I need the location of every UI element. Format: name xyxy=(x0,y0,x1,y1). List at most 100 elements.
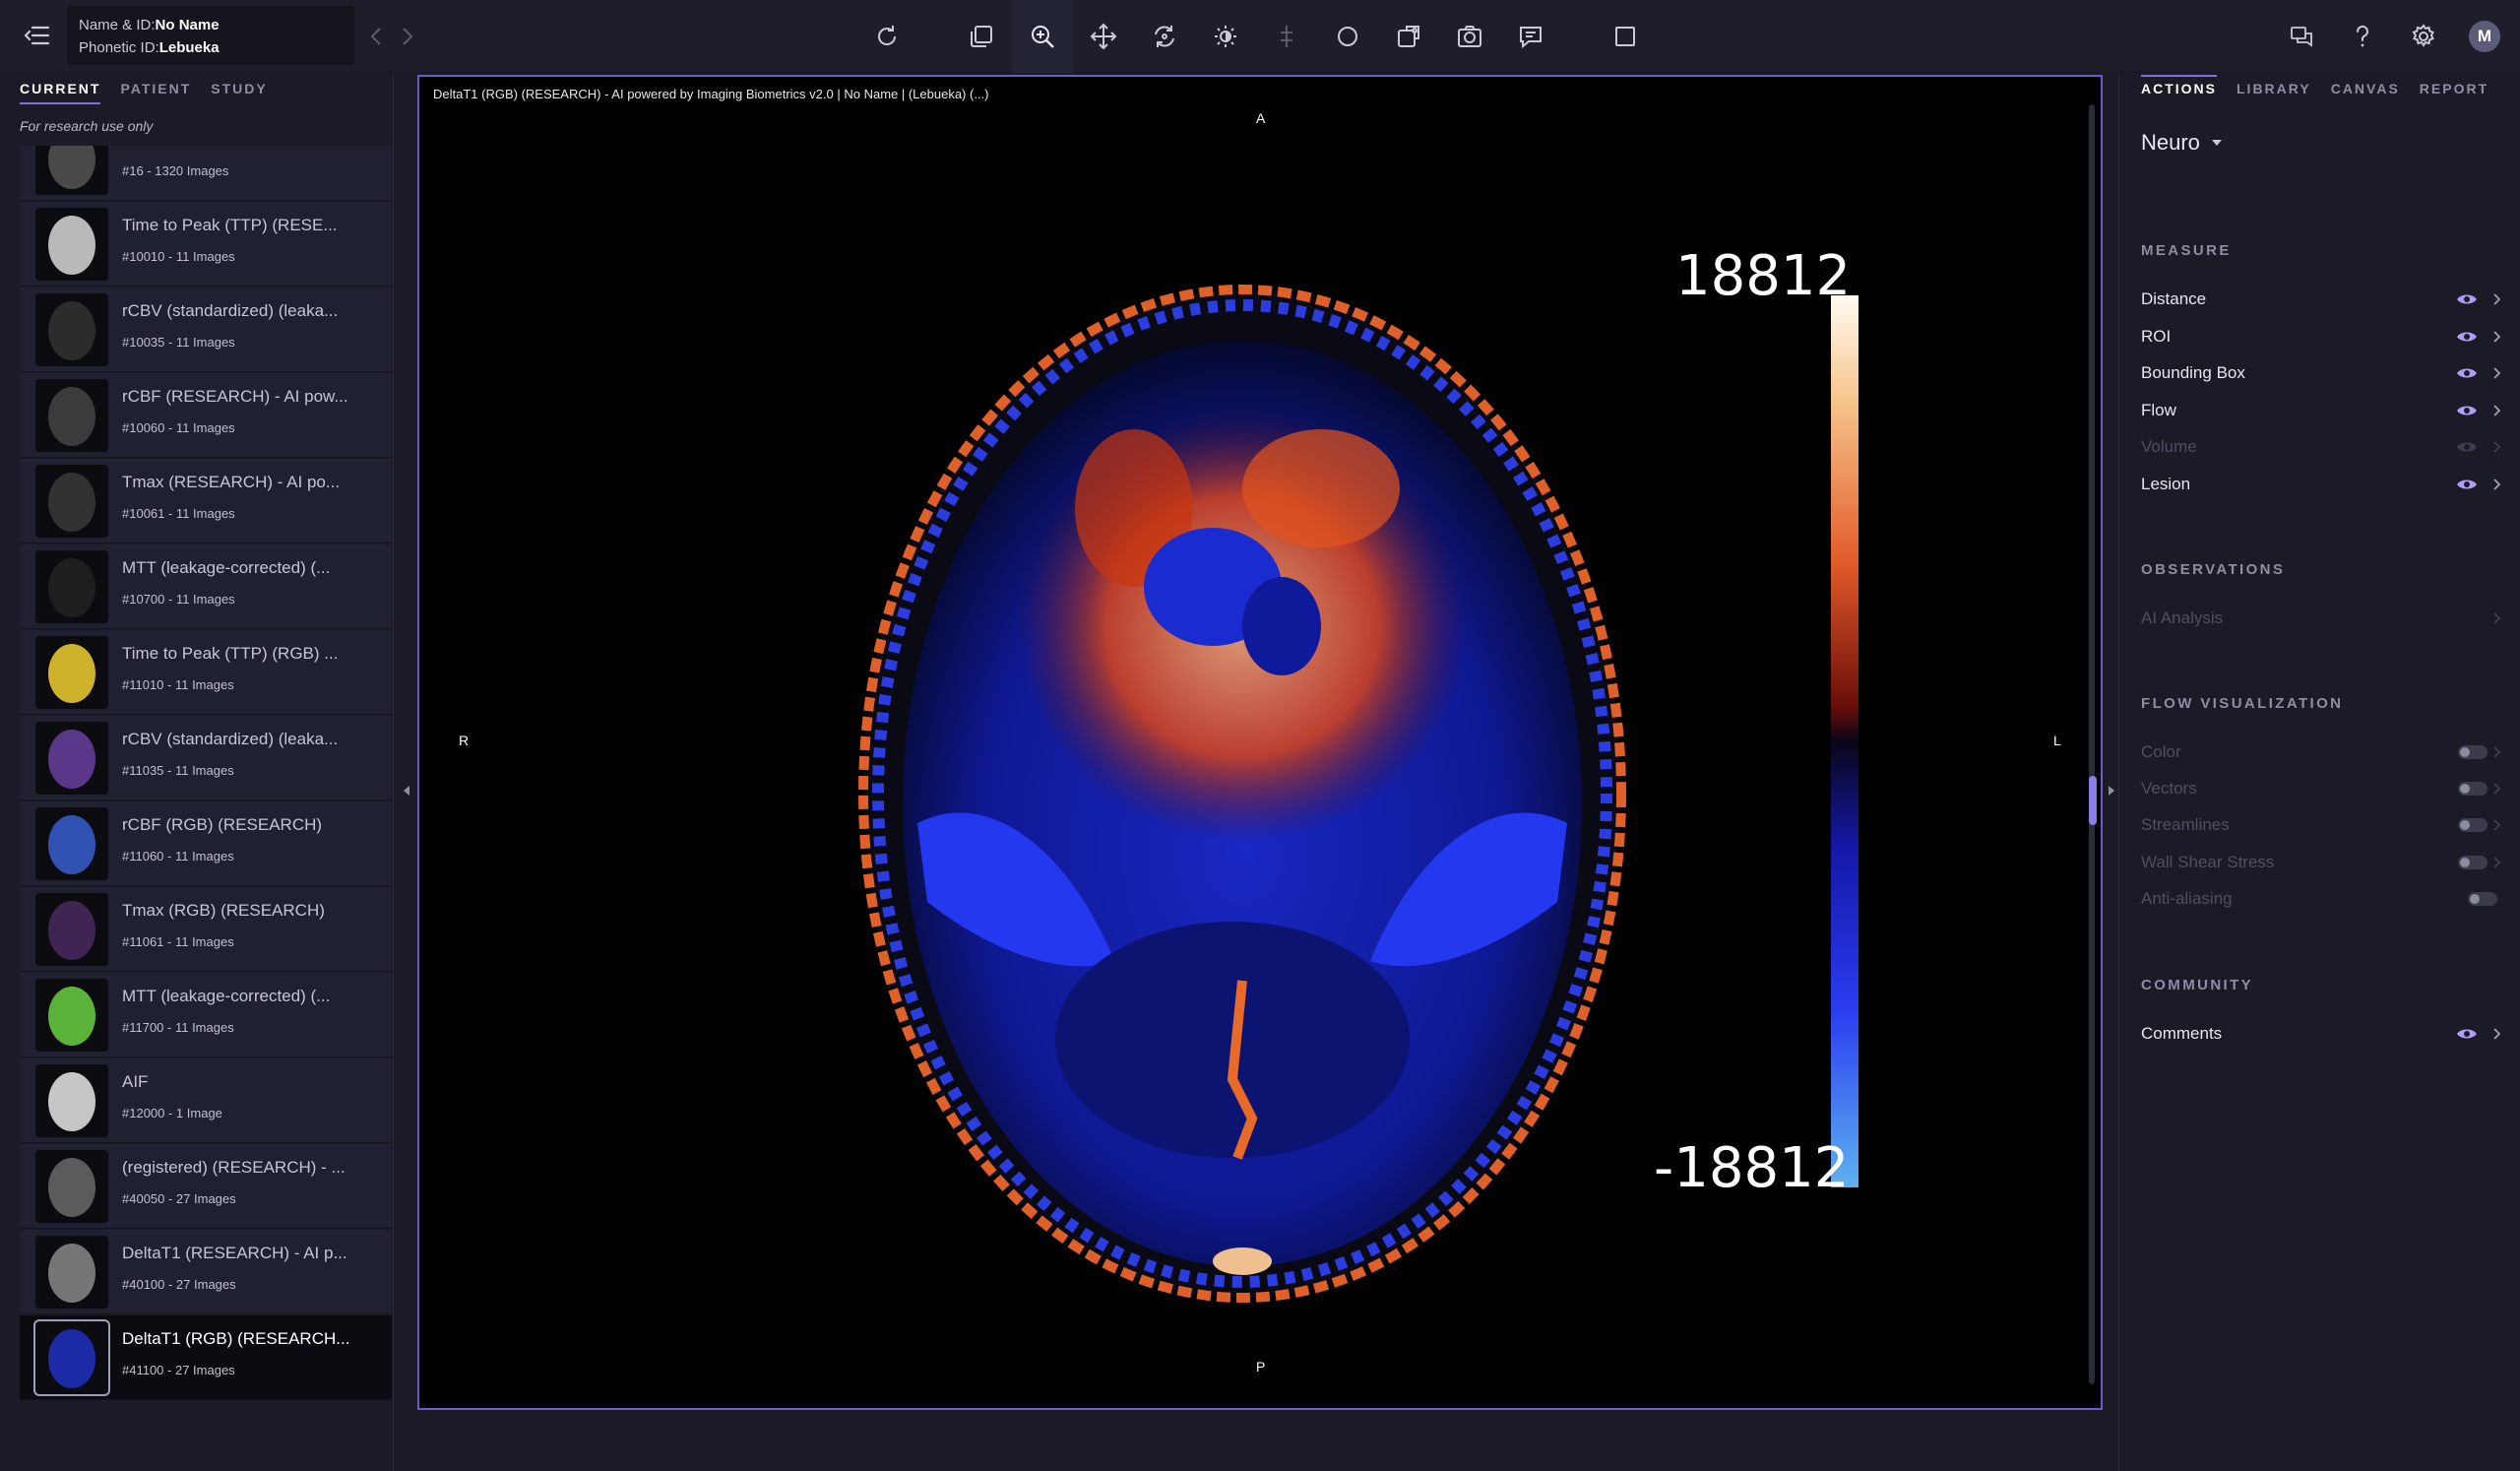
series-item[interactable]: Time to Peak (TTP) (RGB) ... #11010 - 11 … xyxy=(20,630,392,715)
eye-icon[interactable] xyxy=(2456,440,2478,454)
eye-icon[interactable] xyxy=(2456,330,2478,344)
eye-icon[interactable] xyxy=(2456,366,2478,380)
settings-button[interactable] xyxy=(2400,13,2447,60)
snapshot-tool[interactable] xyxy=(1439,0,1500,73)
pan-tool[interactable] xyxy=(1073,0,1134,73)
series-item[interactable]: AIF #12000 - 1 Image xyxy=(20,1058,392,1143)
user-menu[interactable]: M xyxy=(2461,13,2508,60)
series-item[interactable]: rCBV (standardized) (leaka... #11035 - 11… xyxy=(20,716,392,800)
action-row-distance[interactable]: Distance xyxy=(2141,286,2501,313)
series-thumbnail xyxy=(35,722,108,795)
chat-button[interactable] xyxy=(2278,13,2325,60)
tab-library[interactable]: LIBRARY xyxy=(2236,81,2311,102)
eye-icon[interactable] xyxy=(2456,1027,2478,1041)
series-title: rCBF (RGB) (RESEARCH) xyxy=(122,815,323,834)
action-row-lesion[interactable]: Lesion xyxy=(2141,471,2501,498)
viewport-scrollbar[interactable] xyxy=(2089,104,2095,1384)
eye-icon[interactable] xyxy=(2456,478,2478,491)
action-label: Comments xyxy=(2141,1024,2223,1043)
chevron-right-icon xyxy=(2493,612,2501,624)
name-id-value: No Name xyxy=(155,17,220,33)
menu-toggle-icon[interactable] xyxy=(22,20,53,51)
viewport-scrollbar-thumb[interactable] xyxy=(2089,776,2097,825)
series-title: DeltaT1 (RGB) (RESEARCH... xyxy=(122,1329,350,1348)
series-item[interactable]: MTT (leakage-corrected) (... #10700 - 11 … xyxy=(20,544,392,629)
name-id-label: Name & ID: xyxy=(79,17,156,33)
circle-icon xyxy=(1338,27,1357,46)
eye-icon[interactable] xyxy=(2456,404,2478,417)
mode-dropdown[interactable]: Neuro xyxy=(2141,130,2222,156)
series-title: (registered) (RESEARCH) - ... xyxy=(122,1158,346,1177)
phonetic-id-label: Phonetic ID: xyxy=(79,39,159,56)
series-thumbnail xyxy=(35,979,108,1052)
window-level-tool[interactable] xyxy=(1195,0,1256,73)
action-row-vectors[interactable]: Vectors xyxy=(2141,775,2501,802)
crosshair-tool[interactable] xyxy=(1256,0,1317,73)
fullscreen-tool[interactable] xyxy=(1595,0,1656,73)
tab-actions[interactable]: ACTIONS xyxy=(2141,75,2217,102)
tab-report[interactable]: REPORT xyxy=(2420,81,2488,102)
actions-panel: ACTIONS LIBRARY CANVAS REPORT Neuro MEAS… xyxy=(2118,73,2520,1471)
help-button[interactable] xyxy=(2339,13,2386,60)
ai-tool[interactable] xyxy=(1378,0,1439,73)
series-thumbnail xyxy=(35,807,108,880)
action-row-roi[interactable]: ROI xyxy=(2141,323,2501,351)
action-row-flow[interactable]: Flow xyxy=(2141,397,2501,424)
orientation-right: L xyxy=(2053,733,2061,748)
series-subtitle: #40050 - 27 Images xyxy=(122,1191,236,1206)
series-item[interactable]: Tmax (RESEARCH) - AI po... #10061 - 11 Im… xyxy=(20,459,392,544)
series-item[interactable]: rCBF (RGB) (RESEARCH) #11060 - 11 Images xyxy=(20,801,392,886)
ellipse-tool[interactable] xyxy=(1317,0,1378,73)
eye-icon[interactable] xyxy=(2456,292,2478,306)
series-item[interactable]: DeltaT1 (RGB) (RESEARCH... #41100 - 27 Im… xyxy=(20,1315,392,1400)
series-subtitle: #10700 - 11 Images xyxy=(122,592,235,607)
action-row-bounding-box[interactable]: Bounding Box xyxy=(2141,359,2501,387)
series-subtitle: #40100 - 27 Images xyxy=(122,1277,236,1292)
rotate-tool[interactable] xyxy=(1134,0,1195,73)
series-subtitle: #10035 - 11 Images xyxy=(122,335,235,350)
toggle-switch[interactable] xyxy=(2458,855,2488,869)
collapse-right-icon[interactable] xyxy=(2107,784,2116,796)
next-arrow-icon[interactable] xyxy=(398,22,417,51)
tab-patient[interactable]: PATIENT xyxy=(120,81,191,104)
toggle-switch[interactable] xyxy=(2458,818,2488,833)
tab-canvas[interactable]: CANVAS xyxy=(2331,81,2400,102)
collapse-left-icon[interactable] xyxy=(402,784,411,796)
tab-study[interactable]: STUDY xyxy=(211,81,267,104)
series-item[interactable]: MTT (leakage-corrected) (... #11700 - 11 … xyxy=(20,973,392,1057)
image-viewport[interactable]: DeltaT1 (RGB) (RESEARCH) - AI powered by… xyxy=(417,75,2103,1410)
series-title: AIF xyxy=(122,1072,149,1091)
series-item[interactable]: rCBF (RESEARCH) - AI pow... #10060 - 11 I… xyxy=(20,373,392,458)
series-title: DeltaT1 (RESEARCH) - AI p... xyxy=(122,1244,347,1262)
question-icon xyxy=(2356,25,2368,47)
action-row-wall-shear-stress[interactable]: Wall Shear Stress xyxy=(2141,849,2501,876)
zoom-tool[interactable] xyxy=(1012,0,1073,73)
series-item[interactable]: #16 - 1320 Images xyxy=(20,146,392,201)
tab-current[interactable]: CURRENT xyxy=(20,81,101,104)
action-row-anti-aliasing[interactable]: Anti-aliasing xyxy=(2141,885,2501,913)
series-item[interactable]: Tmax (RGB) (RESEARCH) #11061 - 11 Images xyxy=(20,887,392,972)
annotation-tool[interactable] xyxy=(1500,0,1561,73)
series-item[interactable]: (registered) (RESEARCH) - ... #40050 - 27… xyxy=(20,1144,392,1229)
chevron-right-icon xyxy=(2493,330,2501,343)
toggle-switch[interactable] xyxy=(2458,782,2488,797)
action-row-comments[interactable]: Comments xyxy=(2141,1020,2501,1048)
toggle-switch[interactable] xyxy=(2468,891,2497,906)
series-subtitle: #16 - 1320 Images xyxy=(122,163,229,178)
series-item[interactable]: Time to Peak (TTP) (RESE... #10010 - 11 I… xyxy=(20,202,392,287)
observations-section-title: OBSERVATIONS xyxy=(2141,561,2286,578)
action-row-ai-analysis[interactable]: AI Analysis xyxy=(2141,605,2501,632)
toggle-switch[interactable] xyxy=(2458,745,2488,759)
series-item[interactable]: rCBV (standardized) (leaka... #10035 - 11… xyxy=(20,288,392,372)
layout-tool[interactable] xyxy=(951,0,1012,73)
action-label: Wall Shear Stress xyxy=(2141,852,2275,871)
move-icon xyxy=(1090,23,1117,50)
action-row-volume[interactable]: Volume xyxy=(2141,433,2501,461)
series-thumbnail xyxy=(35,1064,108,1137)
action-label: Volume xyxy=(2141,437,2197,456)
reset-tool[interactable] xyxy=(856,0,917,73)
action-row-streamlines[interactable]: Streamlines xyxy=(2141,811,2501,839)
series-item[interactable]: DeltaT1 (RESEARCH) - AI p... #40100 - 27 … xyxy=(20,1230,392,1314)
previous-arrow-icon[interactable] xyxy=(366,22,386,51)
action-row-color[interactable]: Color xyxy=(2141,738,2501,766)
